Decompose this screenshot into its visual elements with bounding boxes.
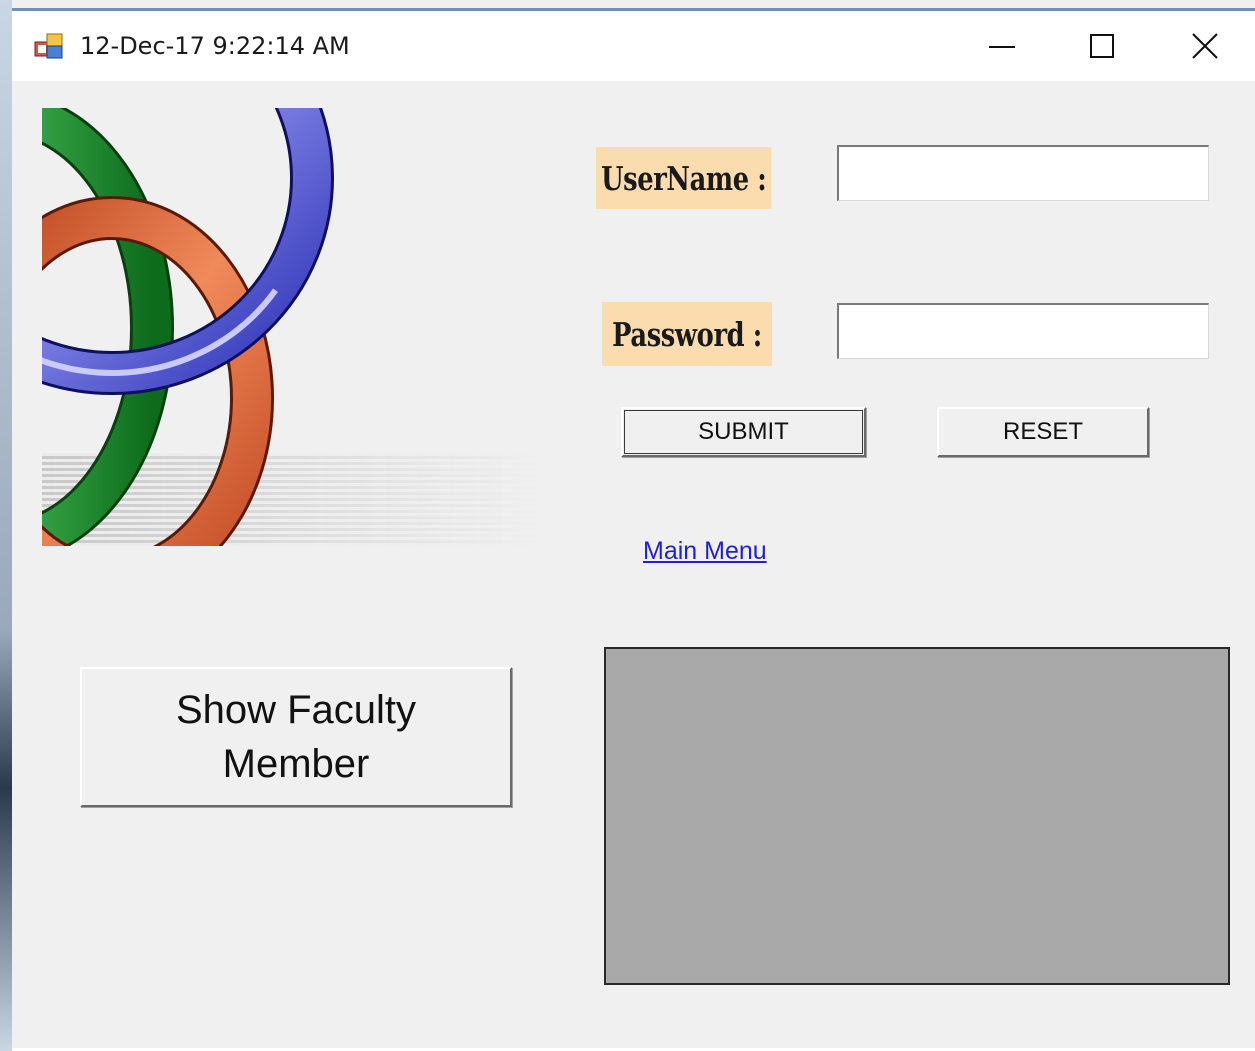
show-faculty-line-2: Member	[222, 742, 370, 786]
submit-button[interactable]: SUBMIT	[621, 407, 866, 457]
show-faculty-member-button[interactable]: Show Faculty Member	[80, 667, 512, 807]
rings-logo-image	[42, 108, 542, 546]
close-button[interactable]	[1165, 11, 1245, 81]
main-menu-link[interactable]: Main Menu	[643, 537, 767, 566]
maximize-icon	[1090, 34, 1114, 58]
minimize-button[interactable]	[962, 11, 1042, 81]
password-input[interactable]	[837, 303, 1209, 359]
reset-button[interactable]: RESET	[937, 407, 1149, 457]
desktop-background-strip	[0, 0, 12, 1051]
close-icon	[1192, 33, 1218, 59]
username-input[interactable]	[837, 145, 1209, 201]
window-title: 12-Dec-17 9:22:14 AM	[80, 32, 350, 60]
maximize-button[interactable]	[1062, 11, 1142, 81]
show-faculty-line-1: Show Faculty	[175, 688, 417, 732]
password-label: Password :	[602, 302, 773, 366]
username-label: UserName :	[596, 147, 772, 209]
display-panel	[604, 647, 1230, 985]
application-icon	[34, 33, 63, 59]
minimize-icon	[989, 46, 1015, 48]
application-window: 12-Dec-17 9:22:14 AM UserName: Password…	[0, 0, 1255, 1051]
title-bar[interactable]: 12-Dec-17 9:22:14 AM	[12, 11, 1255, 81]
